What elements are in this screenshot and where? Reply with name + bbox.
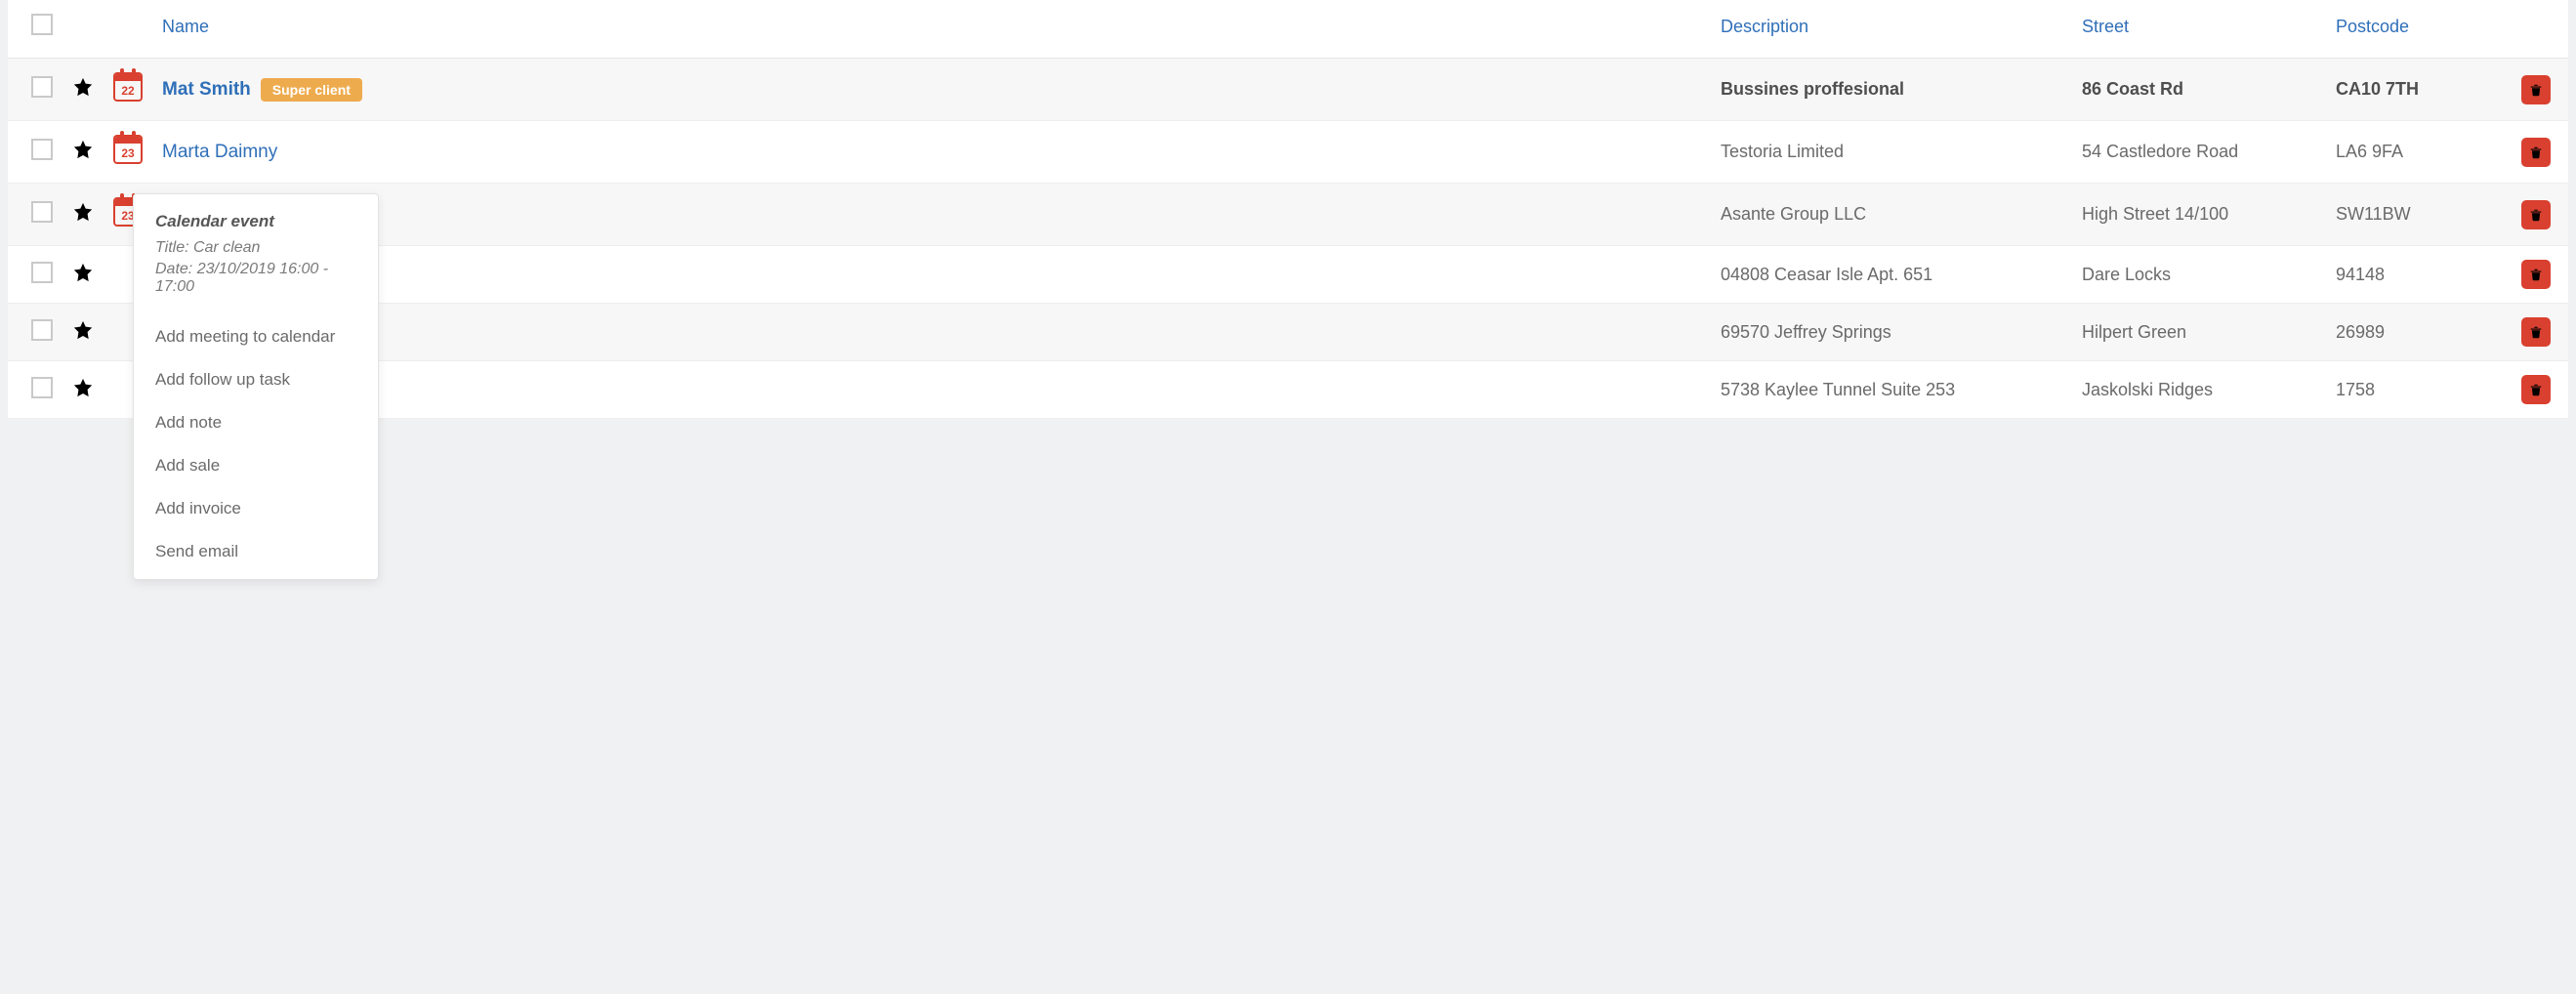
popover-action[interactable]: Add meeting to calendar bbox=[134, 315, 378, 358]
row-name-cell: Marta Daimny bbox=[152, 121, 1711, 184]
row-checkbox[interactable] bbox=[31, 139, 53, 160]
header-delete-cell bbox=[2512, 0, 2568, 59]
contacts-table: Name Description Street Postcode 22 Mat S… bbox=[8, 0, 2568, 419]
row-checkbox[interactable] bbox=[31, 76, 53, 98]
calendar-popover: Calendar event Title: Car clean Date: 23… bbox=[133, 193, 379, 580]
header-street[interactable]: Street bbox=[2072, 0, 2326, 59]
star-icon[interactable] bbox=[72, 319, 94, 341]
header-postcode[interactable]: Postcode bbox=[2326, 0, 2512, 59]
row-star-cell bbox=[62, 304, 104, 361]
header-checkbox-cell bbox=[8, 0, 62, 59]
row-description: 04808 Ceasar Isle Apt. 651 bbox=[1711, 246, 2072, 304]
table-row: 04808 Ceasar Isle Apt. 651Dare Locks9414… bbox=[8, 246, 2568, 304]
row-calendar-cell: 23 bbox=[104, 121, 152, 184]
row-checkbox-cell bbox=[8, 304, 62, 361]
row-checkbox-cell bbox=[8, 121, 62, 184]
star-icon[interactable] bbox=[72, 262, 94, 283]
delete-button[interactable] bbox=[2521, 138, 2551, 167]
popover-action[interactable]: Add note bbox=[134, 401, 378, 444]
row-delete-cell bbox=[2512, 121, 2568, 184]
row-delete-cell bbox=[2512, 246, 2568, 304]
table-row: 5738 Kaylee Tunnel Suite 253Jaskolski Ri… bbox=[8, 361, 2568, 419]
row-postcode: 1758 bbox=[2326, 361, 2512, 419]
row-street: 54 Castledore Road bbox=[2072, 121, 2326, 184]
select-all-checkbox[interactable] bbox=[31, 14, 53, 35]
popover-event-date: Date: 23/10/2019 16:00 - 17:00 bbox=[155, 261, 356, 296]
row-postcode: CA10 7TH bbox=[2326, 59, 2512, 121]
row-postcode: LA6 9FA bbox=[2326, 121, 2512, 184]
tag-badge: Super client bbox=[261, 78, 362, 102]
row-delete-cell bbox=[2512, 304, 2568, 361]
star-icon[interactable] bbox=[72, 377, 94, 398]
row-checkbox[interactable] bbox=[31, 377, 53, 398]
row-delete-cell bbox=[2512, 361, 2568, 419]
row-description: Bussines proffesional bbox=[1711, 59, 2072, 121]
row-delete-cell bbox=[2512, 184, 2568, 246]
delete-button[interactable] bbox=[2521, 75, 2551, 104]
row-street: 86 Coast Rd bbox=[2072, 59, 2326, 121]
row-star-cell bbox=[62, 184, 104, 246]
popover-event-title: Title: Car clean bbox=[155, 239, 356, 257]
row-name-cell bbox=[152, 246, 1711, 304]
row-name-cell bbox=[152, 361, 1711, 419]
contact-name-link[interactable]: Marta Daimny bbox=[162, 142, 277, 162]
row-star-cell bbox=[62, 59, 104, 121]
row-description: Testoria Limited bbox=[1711, 121, 2072, 184]
star-icon[interactable] bbox=[72, 76, 94, 98]
row-checkbox-cell bbox=[8, 246, 62, 304]
delete-button[interactable] bbox=[2521, 375, 2551, 404]
row-street: Hilpert Green bbox=[2072, 304, 2326, 361]
row-name-cell: Mat Smith Super client bbox=[152, 59, 1711, 121]
popover-heading: Calendar event bbox=[155, 212, 356, 231]
row-star-cell bbox=[62, 246, 104, 304]
header-description[interactable]: Description bbox=[1711, 0, 2072, 59]
row-name-cell: Martin KowalskyVIP bbox=[152, 184, 1711, 246]
delete-button[interactable] bbox=[2521, 317, 2551, 347]
header-name[interactable]: Name bbox=[152, 0, 1711, 59]
row-postcode: 94148 bbox=[2326, 246, 2512, 304]
delete-button[interactable] bbox=[2521, 260, 2551, 289]
row-description: Asante Group LLC bbox=[1711, 184, 2072, 246]
header-star-cell bbox=[62, 0, 104, 59]
calendar-day: 22 bbox=[115, 82, 141, 100]
row-name-cell: tag2tag3 bbox=[152, 304, 1711, 361]
row-description: 69570 Jeffrey Springs bbox=[1711, 304, 2072, 361]
popover-action[interactable]: Add follow up task bbox=[134, 358, 378, 401]
table-row: 22 Mat Smith Super client Bussines proffesi… bbox=[8, 59, 2568, 121]
calendar-day: 23 bbox=[115, 145, 141, 162]
row-delete-cell bbox=[2512, 59, 2568, 121]
popover-header: Calendar event Title: Car clean Date: 23… bbox=[134, 198, 378, 310]
popover-actions: Add meeting to calendarAdd follow up tas… bbox=[134, 315, 378, 573]
calendar-icon[interactable]: 22 bbox=[113, 72, 143, 102]
header-calendar-cell bbox=[104, 0, 152, 59]
star-icon[interactable] bbox=[72, 139, 94, 160]
contact-name-link[interactable]: Mat Smith bbox=[162, 78, 251, 99]
row-street: Dare Locks bbox=[2072, 246, 2326, 304]
delete-button[interactable] bbox=[2521, 200, 2551, 229]
table-row: tag2tag369570 Jeffrey SpringsHilpert Gre… bbox=[8, 304, 2568, 361]
row-star-cell bbox=[62, 361, 104, 419]
row-street: High Street 14/100 bbox=[2072, 184, 2326, 246]
popover-action[interactable]: Add invoice bbox=[134, 487, 378, 530]
popover-action[interactable]: Send email bbox=[134, 530, 378, 573]
row-checkbox-cell bbox=[8, 59, 62, 121]
table-row: 23 Marta Daimny Testoria Limited54 Castled… bbox=[8, 121, 2568, 184]
table-header-row: Name Description Street Postcode bbox=[8, 0, 2568, 59]
row-checkbox[interactable] bbox=[31, 319, 53, 341]
row-description: 5738 Kaylee Tunnel Suite 253 bbox=[1711, 361, 2072, 419]
calendar-icon[interactable]: 23 bbox=[113, 135, 143, 164]
row-checkbox[interactable] bbox=[31, 201, 53, 223]
row-street: Jaskolski Ridges bbox=[2072, 361, 2326, 419]
popover-action[interactable]: Add sale bbox=[134, 444, 378, 487]
row-star-cell bbox=[62, 121, 104, 184]
row-checkbox-cell bbox=[8, 184, 62, 246]
row-checkbox-cell bbox=[8, 361, 62, 419]
row-postcode: 26989 bbox=[2326, 304, 2512, 361]
row-checkbox[interactable] bbox=[31, 262, 53, 283]
table-row: 23Martin KowalskyVIPAsante Group LLCHigh… bbox=[8, 184, 2568, 246]
row-calendar-cell: 22 bbox=[104, 59, 152, 121]
row-postcode: SW11BW bbox=[2326, 184, 2512, 246]
star-icon[interactable] bbox=[72, 201, 94, 223]
